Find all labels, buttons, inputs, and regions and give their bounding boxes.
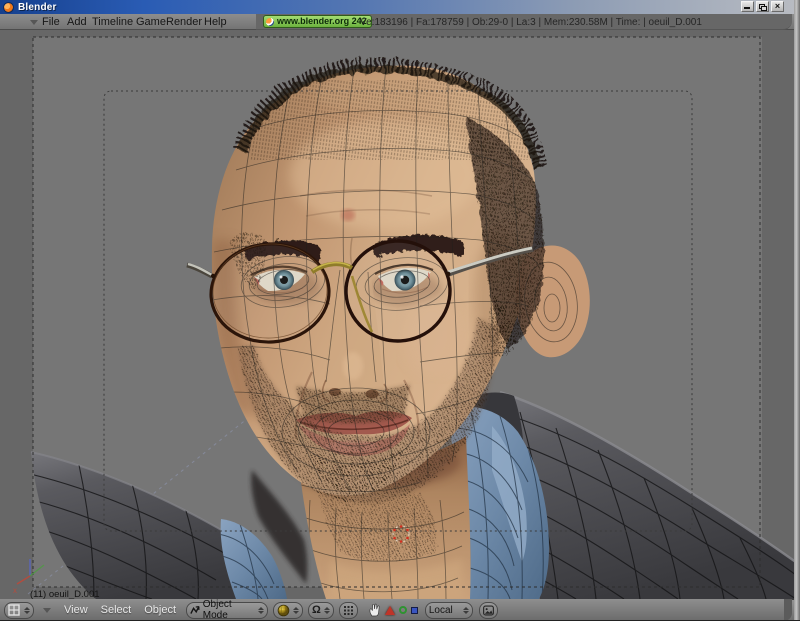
orientation-label: Local — [429, 605, 453, 616]
orientation-dropdown[interactable]: Local — [425, 602, 473, 619]
pivot-omega-icon: Ω — [312, 604, 321, 617]
blue-square-icon — [411, 607, 418, 614]
header-end-cap — [784, 599, 792, 621]
blender-org-button[interactable]: www.blender.org 242 — [263, 15, 372, 28]
close-icon: × — [772, 1, 783, 12]
picture-icon — [483, 605, 494, 616]
info-header: File Add Timeline Game Render Help www.b… — [0, 14, 800, 30]
window-title: Blender — [18, 2, 57, 13]
3d-viewport[interactable]: x (11) oeuil_D.001 — [0, 30, 800, 599]
active-object-label: (11) oeuil_D.001 — [30, 589, 100, 599]
menu-timeline[interactable]: Timeline — [92, 16, 133, 28]
green-circle-icon — [399, 606, 407, 614]
viewport-header: View Select Object Object Mode Ω — [0, 599, 800, 621]
render-preview-button[interactable] — [479, 602, 498, 619]
menu-file[interactable]: File — [42, 16, 60, 28]
viewport-header-collapse-icon[interactable] — [43, 608, 51, 613]
shading-dropdown[interactable] — [273, 602, 303, 619]
scale-manipulator-button[interactable] — [411, 607, 418, 614]
translate-manipulator-button[interactable] — [385, 606, 395, 615]
title-bar[interactable]: Blender × — [0, 0, 800, 14]
menu-view[interactable]: View — [64, 604, 88, 616]
editor-type-button[interactable] — [4, 602, 34, 619]
editor-type-arrows — [24, 607, 30, 614]
mode-label: Object Mode — [203, 599, 253, 621]
pivot-dropdown[interactable]: Ω — [308, 602, 334, 619]
manipulator-toggle[interactable] — [368, 603, 381, 617]
mode-dropdown[interactable]: Object Mode — [186, 602, 268, 619]
blender-window: Blender × File Add Timeline Game Render … — [0, 0, 800, 621]
rotate-manipulator-button[interactable] — [399, 606, 407, 614]
grid-window-icon — [8, 604, 20, 616]
menu-game[interactable]: Game — [136, 16, 166, 28]
blender-logo-icon — [4, 3, 13, 12]
close-button[interactable]: × — [771, 1, 784, 12]
minimize-icon — [744, 7, 750, 9]
snap-button[interactable] — [339, 602, 358, 619]
blender-org-label: www.blender.org 242 — [277, 15, 367, 28]
red-triangle-icon — [385, 606, 395, 615]
menu-help[interactable]: Help — [204, 16, 227, 28]
scene-stats: Ve:183196 | Fa:178759 | Ob:29-0 | La:3 |… — [360, 17, 702, 28]
svg-text:x: x — [13, 586, 17, 595]
3d-viewport-canvas[interactable]: x (11) oeuil_D.001 — [0, 30, 800, 599]
menu-object[interactable]: Object — [144, 604, 176, 616]
window-right-border — [794, 0, 800, 621]
mode-icon — [190, 605, 200, 616]
hand-icon — [368, 603, 381, 617]
menu-add[interactable]: Add — [67, 16, 87, 28]
dot-grid-icon — [343, 605, 354, 616]
menu-render[interactable]: Render — [166, 16, 202, 28]
gold-sphere-icon — [277, 604, 290, 617]
header-collapse-icon[interactable] — [30, 20, 38, 25]
menu-select[interactable]: Select — [101, 604, 132, 616]
restore-button[interactable] — [756, 1, 769, 12]
minimize-button[interactable] — [741, 1, 754, 12]
blender-org-icon — [266, 18, 274, 26]
